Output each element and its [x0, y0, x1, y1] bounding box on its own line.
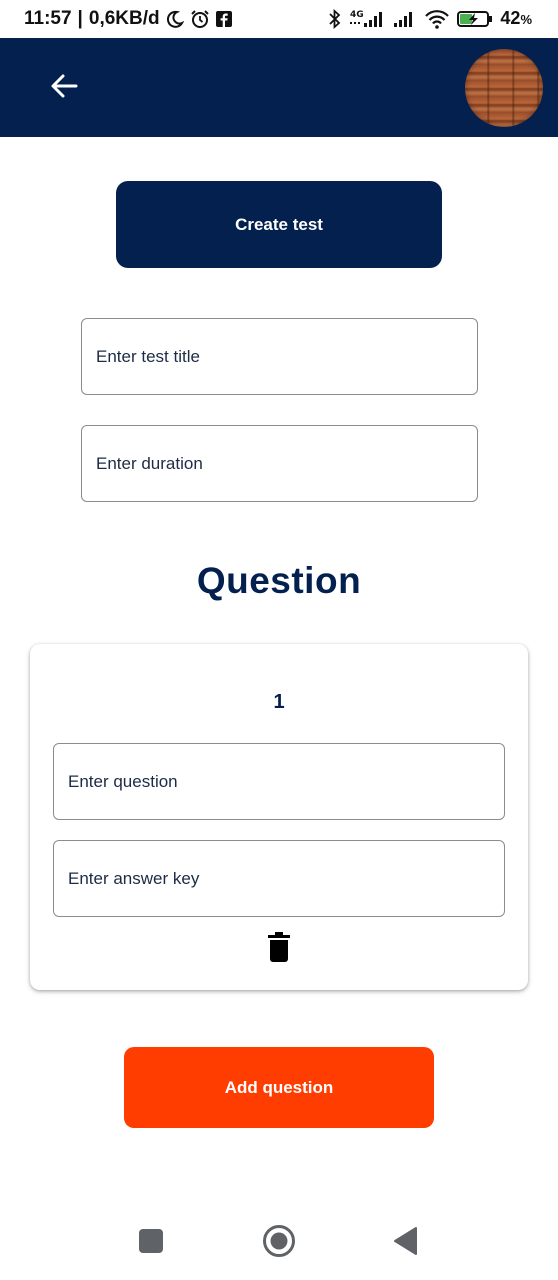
question-input[interactable]	[53, 743, 505, 820]
back-button[interactable]	[44, 70, 84, 106]
facebook-icon	[215, 11, 232, 27]
battery-charging-icon	[457, 9, 493, 29]
home-button[interactable]	[262, 1224, 296, 1263]
wifi-icon	[424, 9, 450, 29]
svg-text:4G: 4G	[350, 10, 364, 20]
delete-question-button[interactable]	[266, 931, 292, 967]
alarm-icon	[190, 9, 210, 29]
create-test-button[interactable]: Create test	[116, 181, 442, 268]
status-bar: 11:57 | 0,6KB/d 4G 42%	[0, 0, 558, 38]
trash-icon	[268, 931, 290, 967]
duration-input[interactable]	[81, 425, 478, 502]
triangle-back-icon	[392, 1226, 418, 1261]
app-bar	[0, 38, 558, 137]
system-back-button[interactable]	[388, 1226, 422, 1260]
create-test-screen: 11:57 | 0,6KB/d 4G 42% Create test Enter…	[0, 0, 558, 1280]
circle-icon	[262, 1224, 296, 1263]
square-icon	[139, 1228, 163, 1258]
avatar[interactable]	[465, 49, 543, 127]
recent-apps-button[interactable]	[134, 1226, 168, 1260]
answer-key-input[interactable]	[53, 840, 505, 917]
question-card: 1	[30, 644, 528, 990]
battery-level: 42%	[500, 8, 532, 28]
signal-4g-icon: 4G	[348, 9, 386, 29]
status-separator: |	[77, 8, 83, 29]
moon-icon	[166, 10, 184, 28]
system-navigation-bar	[0, 1200, 558, 1280]
status-time: 11:57	[24, 8, 72, 29]
question-number: 1	[273, 691, 285, 713]
signal-icon	[393, 9, 417, 29]
status-data-rate: 0,6KB/d	[88, 8, 160, 29]
test-title-input[interactable]	[81, 318, 478, 395]
question-section-heading: Question	[196, 560, 362, 601]
status-right: 4G 42%	[329, 8, 532, 29]
add-question-button[interactable]: Add question	[124, 1047, 434, 1128]
bluetooth-icon	[329, 8, 341, 29]
status-left: 11:57 | 0,6KB/d	[24, 8, 232, 30]
arrow-left-icon	[50, 73, 78, 104]
